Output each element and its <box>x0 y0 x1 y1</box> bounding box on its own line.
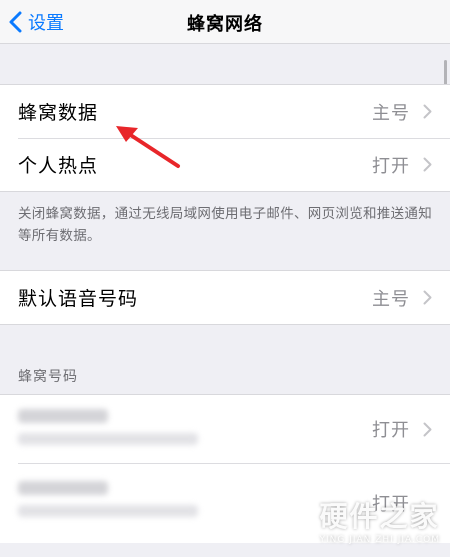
default-voice-group: 默认语音号码 主号 <box>0 270 450 325</box>
cellular-settings-group: 蜂窝数据 主号 个人热点 打开 <box>0 84 450 192</box>
cellular-data-footnote: 关闭蜂窝数据，通过无线局域网使用电子邮件、网页浏览和推送通知等所有数据。 <box>18 206 432 244</box>
personal-hotspot-value: 打开 <box>372 155 410 177</box>
watermark-text: 硬件之家 <box>319 500 440 533</box>
section-header-cellular-plans: 蜂窝号码 <box>18 369 78 385</box>
page-title: 蜂窝网络 <box>187 14 263 35</box>
default-voice-line-label: 默认语音号码 <box>18 288 139 310</box>
personal-hotspot-row[interactable]: 个人热点 打开 <box>0 138 450 191</box>
blurred-plan-name <box>18 481 108 495</box>
cellular-data-row[interactable]: 蜂窝数据 主号 <box>0 85 450 138</box>
cellular-plan-row[interactable]: 打开 <box>0 395 450 463</box>
navigation-bar: 设置 蜂窝网络 <box>0 0 450 44</box>
default-voice-line-value: 主号 <box>372 288 410 310</box>
watermark-subtext: YING JIAN ZHI JIA.COM <box>319 535 440 545</box>
cellular-plan-value: 打开 <box>372 420 410 441</box>
chevron-right-icon <box>423 157 432 172</box>
chevron-right-icon <box>423 104 432 119</box>
cellular-data-label: 蜂窝数据 <box>18 102 99 124</box>
blurred-plan-number <box>18 505 198 517</box>
blurred-plan-number <box>18 433 198 445</box>
default-voice-line-row[interactable]: 默认语音号码 主号 <box>0 271 450 324</box>
watermark: 硬件之家 YING JIAN ZHI JIA.COM <box>273 495 440 545</box>
personal-hotspot-label: 个人热点 <box>18 155 99 177</box>
cellular-data-value: 主号 <box>372 102 410 124</box>
chevron-right-icon <box>423 422 432 436</box>
blurred-plan-name <box>18 409 108 423</box>
hexagon-logo-icon <box>274 498 313 542</box>
chevron-right-icon <box>423 290 432 305</box>
